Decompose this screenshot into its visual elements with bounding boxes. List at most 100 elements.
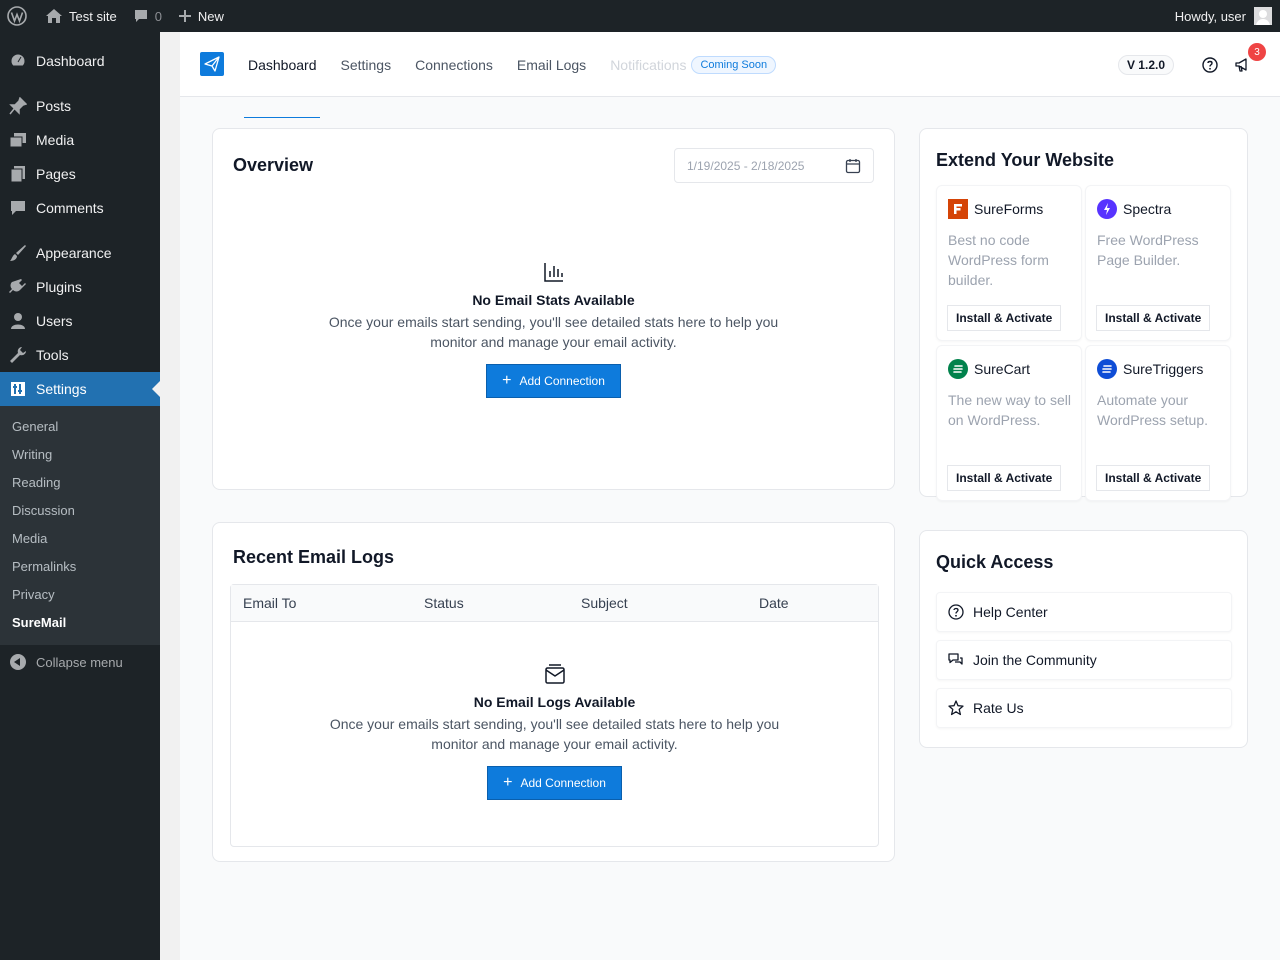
admin-sidebar: Dashboard Posts Media Pages Comments App…: [0, 32, 160, 960]
install-activate-button[interactable]: Install & Activate: [947, 465, 1062, 491]
nav-settings[interactable]: Settings: [341, 57, 392, 73]
sidebar-item-media[interactable]: Media: [0, 123, 160, 157]
quick-access-community[interactable]: Join the Community: [936, 640, 1232, 680]
sidebar-item-label: Appearance: [36, 245, 112, 261]
star-icon: [947, 699, 965, 717]
plugin-card-spectra: Spectra Free WordPress Page Builder. Ins…: [1085, 185, 1231, 341]
submenu-reading[interactable]: Reading: [0, 469, 160, 497]
sidebar-item-appearance[interactable]: Appearance: [0, 236, 160, 270]
empty-logs-title: No Email Logs Available: [473, 694, 636, 710]
nav-email-logs[interactable]: Email Logs: [517, 57, 586, 73]
collapse-menu-button[interactable]: Collapse menu: [0, 645, 160, 679]
install-activate-button[interactable]: Install & Activate: [947, 305, 1062, 331]
settings-submenu: General Writing Reading Discussion Media…: [0, 406, 160, 645]
recent-logs-title: Recent Email Logs: [233, 547, 395, 567]
surecart-logo-icon: [948, 359, 968, 379]
avatar: [1254, 7, 1272, 25]
plugin-name: SureForms: [974, 201, 1044, 217]
suremail-logo-icon[interactable]: [200, 52, 224, 76]
nav-links: Dashboard Settings Connections Email Log…: [248, 32, 777, 97]
nav-right: V 1.2.0 3: [1117, 43, 1266, 77]
submenu-writing[interactable]: Writing: [0, 441, 160, 469]
comments-icon: [8, 198, 28, 218]
install-activate-button[interactable]: Install & Activate: [1096, 305, 1211, 331]
sidebar-item-plugins[interactable]: Plugins: [0, 270, 160, 304]
bar-chart-icon: [213, 261, 894, 283]
sidebar-item-posts[interactable]: Posts: [0, 89, 160, 123]
plugin-description: Free WordPress Page Builder.: [1097, 232, 1199, 268]
install-activate-button[interactable]: Install & Activate: [1096, 465, 1211, 491]
sidebar-item-label: Comments: [36, 200, 104, 216]
suretriggers-logo-icon: [1097, 359, 1117, 379]
new-content-link[interactable]: New: [170, 0, 232, 32]
plugin-description: Automate your WordPress setup.: [1097, 392, 1209, 428]
submenu-suremail[interactable]: SureMail: [0, 609, 160, 637]
admin-bar: Test site 0 New Howdy, user: [0, 0, 1280, 32]
sidebar-item-label: Settings: [36, 381, 87, 397]
recent-logs-card: Recent Email Logs Email To Status Subjec…: [212, 522, 895, 862]
plugin-top-nav: Dashboard Settings Connections Email Log…: [180, 32, 1280, 97]
sidebar-item-label: Tools: [36, 347, 69, 363]
plugin-description: Best no code WordPress form builder.: [948, 232, 1049, 288]
comment-bubble-icon: [133, 8, 149, 24]
submenu-privacy[interactable]: Privacy: [0, 581, 160, 609]
media-icon: [8, 130, 28, 150]
quick-access-label: Join the Community: [973, 652, 1097, 668]
megaphone-icon[interactable]: 3: [1230, 43, 1266, 77]
comments-link[interactable]: 0: [125, 0, 170, 32]
plus-icon: +: [502, 372, 512, 389]
add-connection-button[interactable]: + Add Connection: [486, 364, 621, 398]
site-name-link[interactable]: Test site: [37, 0, 125, 32]
wordpress-logo-icon[interactable]: [0, 0, 37, 32]
add-connection-label: Add Connection: [519, 374, 605, 388]
quick-access-help-center[interactable]: Help Center: [936, 592, 1232, 632]
submenu-discussion[interactable]: Discussion: [0, 497, 160, 525]
settings-icon: [8, 379, 28, 399]
submenu-permalinks[interactable]: Permalinks: [0, 553, 160, 581]
empty-stats-description: Once your emails start sending, you'll s…: [328, 314, 779, 350]
sidebar-item-tools[interactable]: Tools: [0, 338, 160, 372]
pin-icon: [8, 96, 28, 116]
date-range-picker[interactable]: 1/19/2025 - 2/18/2025: [674, 148, 874, 183]
howdy-text: Howdy, user: [1174, 8, 1246, 24]
wrench-icon: [8, 345, 28, 365]
plugin-card-suretriggers: SureTriggers Automate your WordPress set…: [1085, 345, 1231, 501]
plugin-description: The new way to sell on WordPress.: [948, 392, 1071, 428]
quick-access-card: Quick Access Help Center Join the Commun…: [919, 530, 1248, 748]
my-account[interactable]: Howdy, user: [1175, 7, 1280, 25]
mail-stack-icon: [231, 663, 878, 685]
column-status: Status: [424, 595, 464, 611]
sidebar-item-comments[interactable]: Comments: [0, 191, 160, 225]
plus-icon: [178, 9, 192, 23]
main-content: Dashboard Settings Connections Email Log…: [180, 32, 1280, 960]
coming-soon-badge: Coming Soon: [691, 55, 777, 74]
sidebar-item-users[interactable]: Users: [0, 304, 160, 338]
chat-bubbles-icon: [947, 651, 965, 669]
sidebar-item-label: Plugins: [36, 279, 82, 295]
nav-connections[interactable]: Connections: [415, 57, 493, 73]
overview-card: Overview 1/19/2025 - 2/18/2025 No Email …: [212, 128, 895, 490]
column-email-to: Email To: [243, 595, 297, 611]
pages-icon: [8, 164, 28, 184]
sidebar-item-label: Dashboard: [36, 53, 105, 69]
brush-icon: [8, 243, 28, 263]
sidebar-item-dashboard[interactable]: Dashboard: [0, 44, 160, 78]
column-subject: Subject: [581, 595, 628, 611]
sidebar-item-settings[interactable]: Settings: [0, 372, 160, 406]
overview-title: Overview: [233, 155, 314, 175]
version-badge: V 1.2.0: [1117, 55, 1174, 75]
quick-access-rate-us[interactable]: Rate Us: [936, 688, 1232, 728]
submenu-general[interactable]: General: [0, 413, 160, 441]
quick-access-label: Rate Us: [973, 700, 1024, 716]
comments-count: 0: [154, 8, 162, 24]
add-connection-button[interactable]: + Add Connection: [487, 766, 622, 800]
sureforms-logo-icon: [948, 199, 968, 219]
sidebar-item-pages[interactable]: Pages: [0, 157, 160, 191]
plugin-name: Spectra: [1123, 201, 1172, 217]
help-icon[interactable]: [1198, 53, 1222, 77]
nav-dashboard[interactable]: Dashboard: [248, 57, 317, 73]
collapse-menu-label: Collapse menu: [36, 654, 123, 670]
column-date: Date: [759, 595, 789, 611]
submenu-media[interactable]: Media: [0, 525, 160, 553]
overview-empty-state: No Email Stats Available Once your email…: [213, 261, 894, 398]
